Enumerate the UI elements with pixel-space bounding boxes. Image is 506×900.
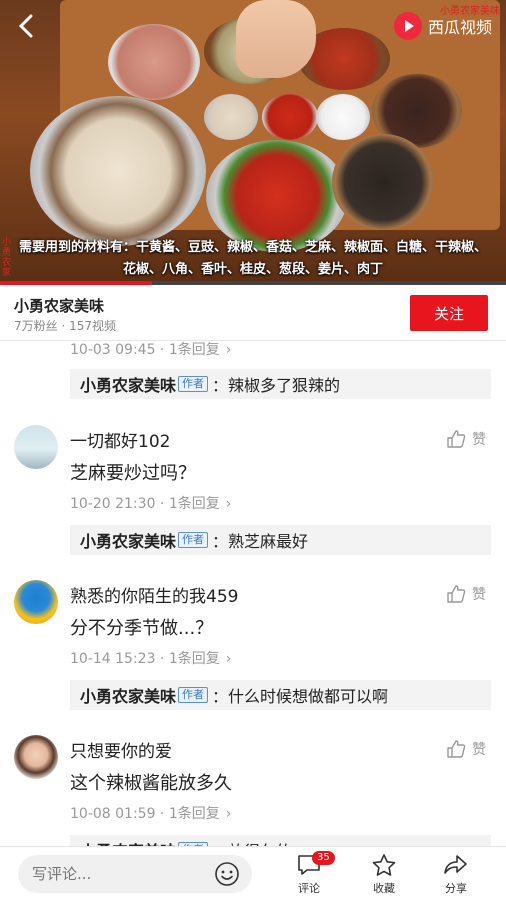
chevron-right-icon: › <box>225 806 232 822</box>
like-label: 赞 <box>472 587 486 603</box>
comment-text: 芝麻要炒过吗？ <box>70 463 196 484</box>
like-label: 赞 <box>472 742 486 758</box>
comment-meta[interactable]: 10-08 01:59 · 1条回复 › <box>70 803 231 823</box>
comment-meta[interactable]: 10-14 15:23 · 1条回复 › <box>70 648 231 668</box>
video-player[interactable]: 小勇农家美味 小勇农家 西瓜视频 需要用到的材料有：干黄酱、豆豉、辣椒、香菇、芝… <box>0 0 506 285</box>
comment-text: 这个辣椒酱能放多久 <box>70 773 232 794</box>
bowl-chili-fresh <box>206 140 348 252</box>
like-button[interactable]: 赞 <box>446 584 486 604</box>
reply-author-name: 小勇农家美味 <box>80 376 177 395</box>
avatar[interactable] <box>14 425 58 469</box>
star-icon <box>372 854 396 876</box>
share-label: 分享 <box>445 882 467 895</box>
reply-text: ：熟芝麻最好 <box>212 532 309 551</box>
brand-name: 西瓜视频 <box>427 18 492 37</box>
bowl-chili-powder <box>262 94 318 140</box>
comment-meta-text: 10-03 09:45 · 1条回复 <box>70 342 220 358</box>
share-arrow-icon <box>444 855 467 874</box>
bottom-action-bar: 35 评论 收藏 分享 <box>0 846 506 900</box>
channel-stats: 7万粉丝 · 157视频 <box>14 319 116 333</box>
pointing-hand <box>236 0 316 78</box>
avatar[interactable] <box>14 735 58 779</box>
reply-author-name: 小勇农家美味 <box>80 838 176 846</box>
author-reply[interactable]: 小勇农家美味 作者 ：什么时候想做都可以啊 <box>70 680 491 710</box>
channel-name[interactable]: 小勇农家美味 <box>14 295 104 316</box>
comment-count-badge: 35 <box>312 851 335 865</box>
author-reply[interactable]: 小勇农家美味 作者 ：放得久的 <box>70 835 491 846</box>
comment-meta-text: 10-20 21:30 · 1条回复 <box>70 496 220 512</box>
thumbs-up-icon <box>447 430 466 448</box>
reply-author-name: 小勇农家美味 <box>80 687 177 706</box>
emoji-icon[interactable] <box>214 861 240 887</box>
bowl-sugar <box>316 94 370 140</box>
comment-meta[interactable]: 10-20 21:30 · 1条回复 › <box>70 493 231 513</box>
favorite-label: 收藏 <box>373 882 395 895</box>
comment-meta[interactable]: 10-03 09:45 · 1条回复 › <box>70 341 231 359</box>
bowl-black-beans <box>332 134 434 230</box>
comment-meta-text: 10-08 01:59 · 1条回复 <box>70 806 220 822</box>
reply-text: ：辣椒多了狠辣的 <box>212 376 341 395</box>
bowl-sesame <box>204 94 258 140</box>
reply-text: ：什么时候想做都可以啊 <box>212 687 389 706</box>
comment-meta-text: 10-14 15:23 · 1条回复 <box>70 651 220 667</box>
comment-username[interactable]: 一切都好102 <box>70 427 170 452</box>
author-reply[interactable]: 小勇农家美味 作者 ：辣椒多了狠辣的 <box>70 369 491 399</box>
author-tag: 作者 <box>178 376 209 392</box>
comment-text: 分不分季节做...？ <box>70 618 214 639</box>
play-logo-icon <box>393 12 422 40</box>
bowl-mushroom <box>30 96 206 246</box>
like-label: 赞 <box>472 432 486 448</box>
back-button[interactable] <box>14 12 44 42</box>
like-button[interactable]: 赞 <box>446 739 486 759</box>
comment-list[interactable]: 10-03 09:45 · 1条回复 › 小勇农家美味 作者 ：辣椒多了狠辣的 一… <box>0 341 506 846</box>
avatar[interactable] <box>14 580 58 624</box>
chevron-right-icon: › <box>225 496 232 512</box>
comment-button[interactable]: 35 评论 <box>284 851 335 896</box>
author-reply[interactable]: 小勇农家美味 作者 ：熟芝麻最好 <box>70 525 491 555</box>
author-tag: 作者 <box>178 687 209 703</box>
xigua-brand: 西瓜视频 <box>393 12 492 40</box>
share-button[interactable]: 分享 <box>431 853 481 896</box>
comment-label: 评论 <box>298 882 320 895</box>
thumbs-up-icon <box>447 585 466 603</box>
comment-username[interactable]: 只想要你的爱 <box>70 737 172 762</box>
follow-button[interactable]: 关注 <box>410 295 488 331</box>
caption-line-2: 花椒、八角、香叶、桂皮、葱段、姜片、肉丁 <box>122 262 383 277</box>
favorite-button[interactable]: 收藏 <box>359 853 409 896</box>
caption-line-1: 需要用到的材料有：干黄酱、豆豉、辣椒、香菇、芝麻、辣椒面、白糖、干辣椒、 <box>18 240 487 255</box>
video-caption: 需要用到的材料有：干黄酱、豆豉、辣椒、香菇、芝麻、辣椒面、白糖、干辣椒、 花椒、… <box>0 237 506 281</box>
author-tag: 作者 <box>178 532 209 548</box>
bowl-meat <box>108 24 200 100</box>
chevron-right-icon: › <box>225 651 232 667</box>
chevron-right-icon: › <box>225 342 232 358</box>
chevron-left-icon <box>18 14 33 38</box>
comment-username[interactable]: 熟悉的你陌生的我459 <box>70 582 238 607</box>
reply-author-name: 小勇农家美味 <box>80 532 177 551</box>
reply-text: ：放得久的 <box>212 838 292 846</box>
like-button[interactable]: 赞 <box>446 429 486 449</box>
thumbs-up-icon <box>447 740 466 758</box>
channel-bar: 小勇农家美味 7万粉丝 · 157视频 关注 <box>0 285 506 341</box>
